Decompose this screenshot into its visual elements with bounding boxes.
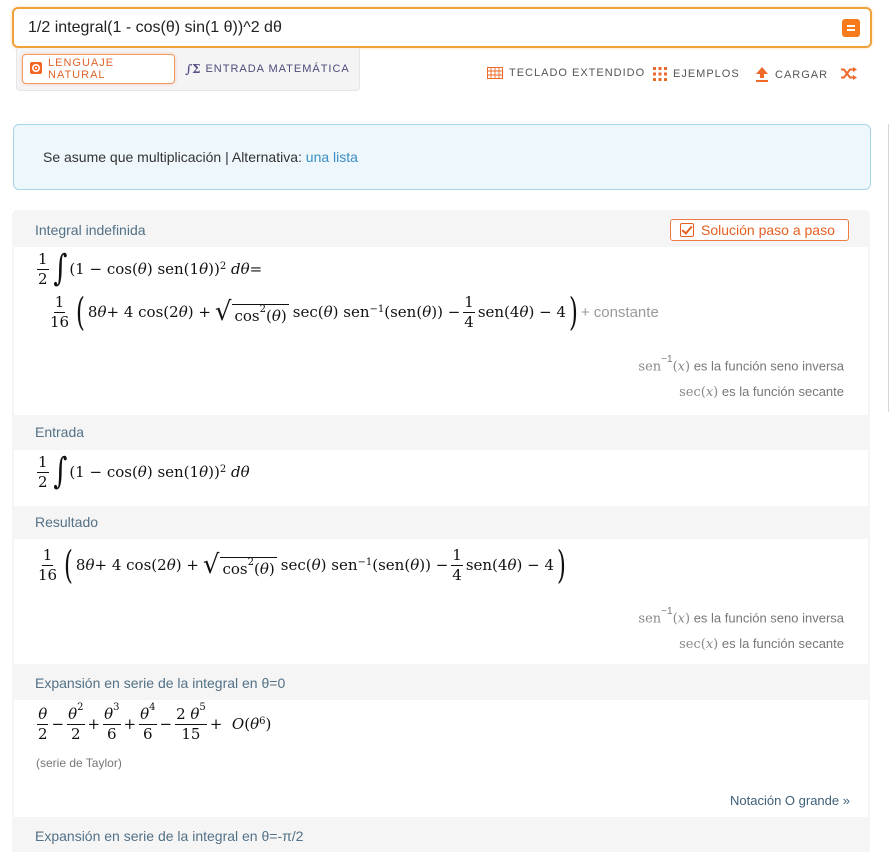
extended-keyboard-label: TECLADO EXTENDIDO (509, 67, 646, 79)
upload-icon (756, 67, 768, 82)
checkbox-icon (680, 223, 694, 237)
sidebar-edge (888, 124, 892, 412)
taylor-series-note: (serie de Taylor) (36, 756, 122, 770)
examples-button[interactable]: EJEMPLOS (653, 67, 740, 81)
arcsin-note: sen−1(x) es la función seno inversa (638, 354, 844, 375)
pod-body-result: 1 16 (8 θ + 4 cos(2 θ) + √ cos2(θ) sec(θ) … (14, 539, 868, 664)
upload-button[interactable]: CARGAR (755, 67, 828, 82)
input-mode-toggle: LENGUAJE NATURAL ∫Σ ENTRADA MATEMÁTICA (16, 48, 360, 91)
pod-body-integral: 12 ∫ (1 − cos(θ) sen(1 θ)) 2 dθ = 1 16 (8 θ… (14, 247, 868, 415)
integral-result-line: 1 16 (8 θ + 4 cos(2 θ) + √ cos2(θ) sec(θ) … (50, 290, 659, 334)
upload-label: CARGAR (775, 68, 829, 81)
math-input-label: ENTRADA MATEMÁTICA (205, 63, 350, 75)
arcsin-note-result: sen−1(x) es la función seno inversa (638, 606, 844, 627)
keyboard-icon (487, 67, 503, 79)
random-button[interactable] (840, 67, 857, 80)
pod-body-series-0: θ2 − θ2 2 + θ3 6 + θ4 6 − 2 θ5 15 + O(θ 6) (s… (14, 700, 868, 817)
taylor-series-equation: θ2 − θ2 2 + θ3 6 + θ4 6 − 2 θ5 15 + O(θ 6) (37, 702, 272, 743)
assumption-box: Se asume que multiplicación | Alternativ… (13, 124, 871, 190)
examples-label: EJEMPLOS (673, 68, 740, 80)
pod-body-input: 12 ∫ (1 − cos(θ) sen(1 θ)) 2 dθ (14, 450, 868, 506)
pod-title-result: Resultado (35, 514, 99, 530)
input-equation: 12 ∫ (1 − cos(θ) sen(1 θ)) 2 dθ (37, 451, 250, 492)
math-input-button[interactable]: ∫Σ ENTRADA MATEMÁTICA (185, 54, 350, 84)
gear-icon (29, 61, 43, 78)
natural-language-button[interactable]: LENGUAJE NATURAL (22, 54, 175, 84)
pod-title-input: Entrada (35, 424, 85, 440)
search-box (12, 7, 872, 48)
search-input[interactable] (28, 18, 828, 38)
assumption-text: Se asume que multiplicación | Alternativ… (43, 149, 306, 165)
shuffle-icon (841, 67, 857, 80)
extended-keyboard-button[interactable]: TECLADO EXTENDIDO (487, 67, 645, 79)
assumption-alternative-link[interactable]: una lista (306, 149, 358, 165)
step-by-step-label: Solución paso a paso (701, 222, 835, 238)
big-o-notation-link[interactable]: Notación O grande » (730, 793, 850, 808)
result-equation: 1 16 (8 θ + 4 cos(2 θ) + √ cos2(θ) sec(θ) … (38, 543, 566, 587)
results-pods: Integral indefinida Solución paso a paso… (12, 210, 870, 852)
math-input-icon: ∫Σ (185, 62, 201, 76)
pod-title-series-1: Expansión en serie de la integral en θ=-… (35, 828, 304, 844)
constant-label: + constante (580, 303, 659, 321)
sec-note: sec(x) es la función secante (679, 384, 844, 400)
integral-equation-line: 12 ∫ (1 − cos(θ) sen(1 θ)) 2 dθ = (37, 248, 263, 289)
equals-icon[interactable] (842, 19, 860, 37)
pod-title-integral: Integral indefinida (35, 222, 146, 238)
step-by-step-button[interactable]: Solución paso a paso (670, 219, 849, 241)
sec-note-result: sec(x) es la función secante (679, 636, 844, 652)
examples-grid-icon (653, 67, 667, 81)
pod-title-series-0: Expansión en serie de la integral en θ=0 (35, 675, 286, 691)
natural-language-label: LENGUAJE NATURAL (48, 57, 115, 81)
